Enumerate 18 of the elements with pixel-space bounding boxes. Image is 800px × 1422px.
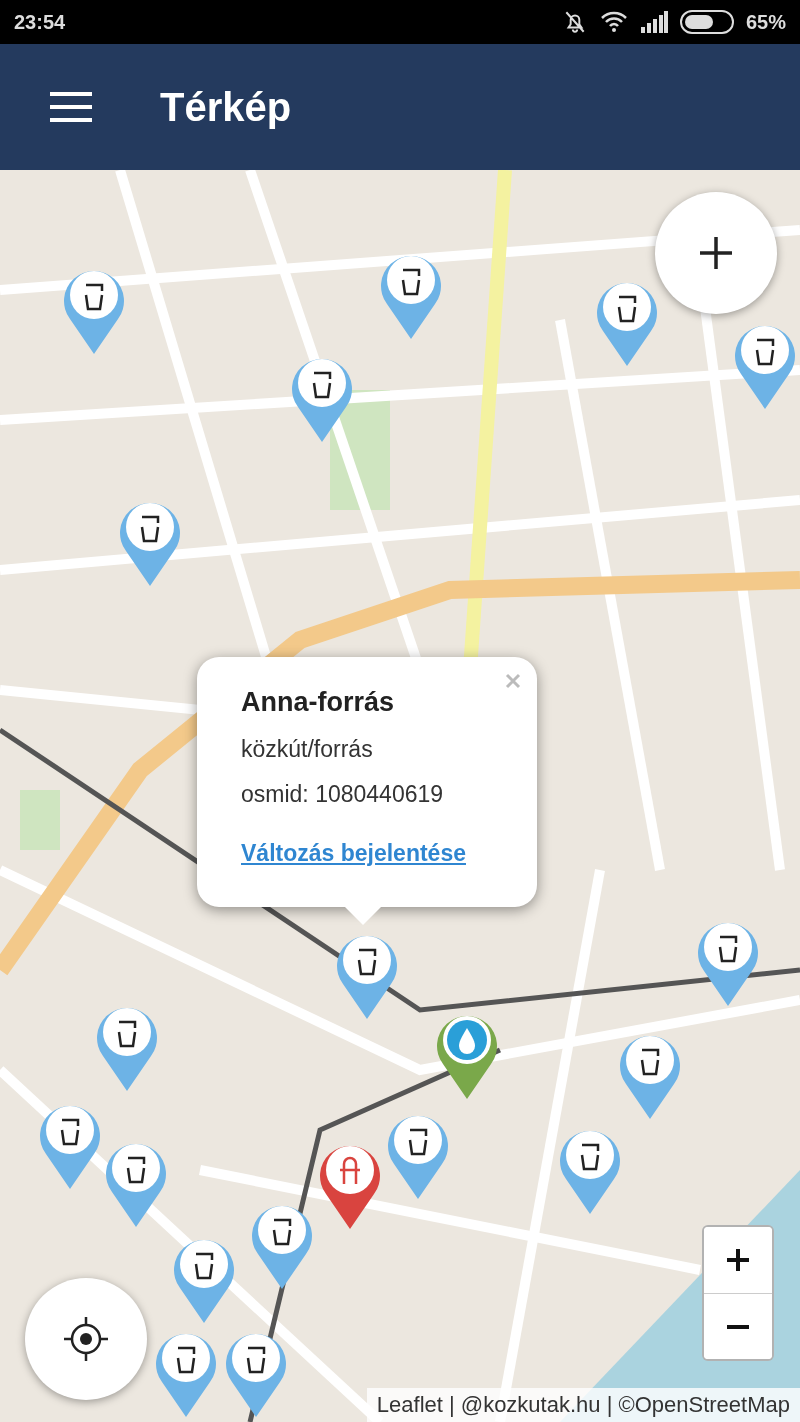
wifi-icon (599, 10, 628, 34)
place-name: Anna-forrás (241, 687, 396, 718)
signal-icon (639, 11, 668, 33)
map-view[interactable]: Anna-forrás közkút/forrás osmid: 1080440619 Változás bejelentése Leaflet | @kozkutak.hu | ©OpenStreetMap (0, 170, 800, 1422)
plus-icon (698, 235, 734, 271)
minus-icon (726, 1324, 750, 1329)
menu-icon[interactable] (50, 92, 92, 122)
battery-percent: 65% (745, 10, 786, 34)
status-time: 23:54 (14, 10, 66, 34)
osm-id: osmid: 1080440619 (241, 781, 445, 808)
app-title: Térkép (160, 84, 292, 130)
place-type: közkút/forrás (241, 736, 374, 763)
crosshair-icon (62, 1315, 110, 1363)
popup-pointer (345, 907, 381, 925)
report-change-link[interactable]: Változás bejelentése (241, 840, 466, 867)
plus-icon (726, 1248, 750, 1272)
battery-icon (679, 10, 734, 34)
map-attribution: Leaflet | @kozkutak.hu | ©OpenStreetMap (366, 1388, 800, 1422)
